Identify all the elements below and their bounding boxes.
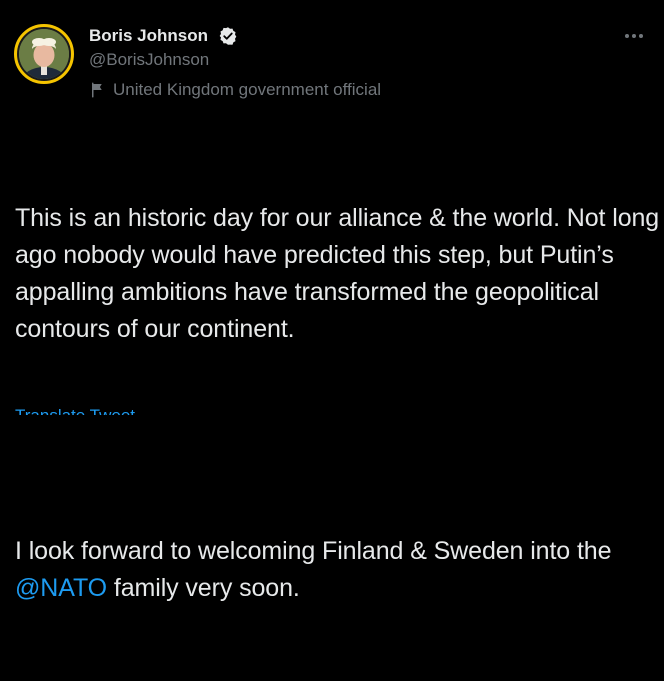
flag-icon	[92, 82, 102, 98]
author-name[interactable]: Boris Johnson	[89, 25, 208, 47]
translate-link[interactable]: Translate Tweet	[15, 405, 135, 415]
tweet-paragraph-spacer	[15, 422, 660, 459]
avatar[interactable]	[14, 24, 74, 84]
avatar-portrait-icon	[19, 29, 69, 79]
verified-badge-icon	[219, 27, 237, 45]
government-label-text: United Kingdom government official	[113, 80, 382, 99]
mention-link[interactable]: @NATO	[15, 574, 107, 602]
more-options-icon	[625, 34, 643, 38]
tweet-card: Boris Johnson @BorisJohnson United Kingd…	[0, 0, 664, 602]
tweet-paragraph-2-start: I look forward to welcoming Finland & Sw…	[15, 537, 619, 565]
translate-link-text[interactable]: Translate Tweet	[15, 405, 135, 415]
government-label: United Kingdom government official	[89, 79, 381, 101]
more-options-button[interactable]	[620, 24, 648, 48]
author-handle[interactable]: @BorisJohnson	[89, 49, 209, 71]
tweet-paragraph-2: I look forward to welcoming Finland & Sw…	[15, 533, 660, 607]
tweet-text: This is an historic day for our alliance…	[15, 126, 660, 681]
tweet-paragraph-1: This is an historic day for our alliance…	[15, 204, 660, 343]
avatar-photo	[19, 29, 69, 79]
tweet-paragraph-2-end: family very soon.	[107, 574, 300, 602]
